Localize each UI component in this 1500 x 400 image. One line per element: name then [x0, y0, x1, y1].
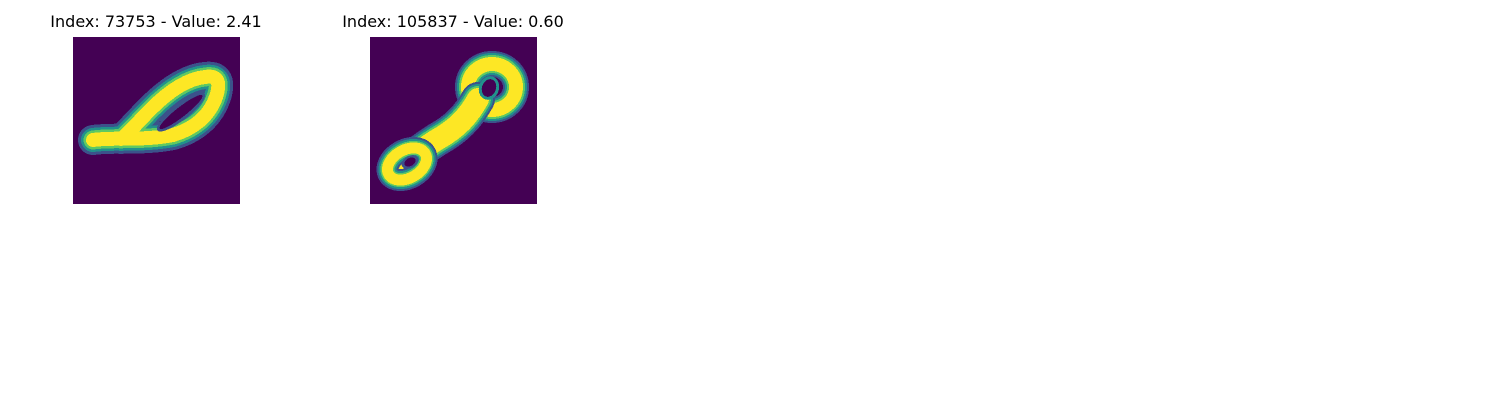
panel-title: Index: 105837 - Value: 0.60 — [342, 12, 564, 31]
digit-image-zero — [73, 37, 240, 204]
panel-title: Index: 73753 - Value: 2.41 — [50, 12, 262, 31]
image-panel-2: Index: 105837 - Value: 0.60 — [303, 0, 603, 210]
digit-image-eight — [370, 37, 537, 204]
image-panel-1: Index: 73753 - Value: 2.41 — [6, 0, 306, 210]
